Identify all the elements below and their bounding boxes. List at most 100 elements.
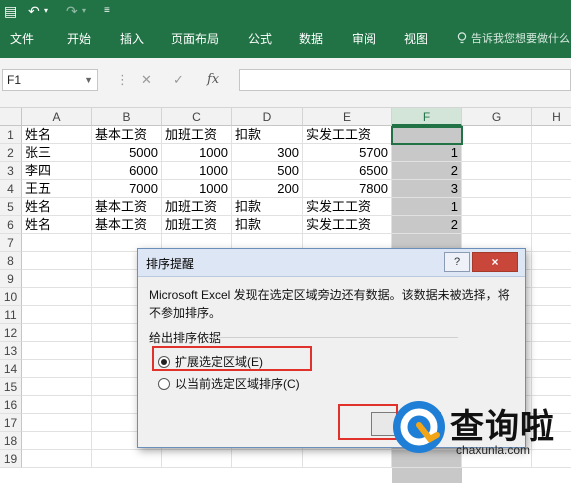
- cell-empty[interactable]: [22, 342, 92, 360]
- cell-f2[interactable]: 1: [392, 144, 462, 162]
- cell-empty[interactable]: [532, 126, 571, 144]
- cell-empty[interactable]: [532, 378, 571, 396]
- close-button[interactable]: ×: [472, 252, 518, 272]
- cell-c3[interactable]: 1000: [162, 162, 232, 180]
- save-icon[interactable]: ▤: [4, 2, 17, 20]
- column-header-g[interactable]: G: [462, 108, 532, 126]
- cell-empty[interactable]: [22, 396, 92, 414]
- cell-a4[interactable]: 王五: [22, 180, 92, 198]
- cell-a1[interactable]: 姓名: [22, 126, 92, 144]
- cell-empty[interactable]: [22, 306, 92, 324]
- cell-f4[interactable]: 3: [392, 180, 462, 198]
- cell-empty[interactable]: [532, 288, 571, 306]
- row-header-12[interactable]: 12: [0, 324, 22, 342]
- cell-e5[interactable]: 实发工工资: [303, 198, 392, 216]
- formula-input[interactable]: [239, 69, 571, 91]
- cell-b2[interactable]: 5000: [92, 144, 162, 162]
- cell-empty[interactable]: [22, 378, 92, 396]
- tab-formulas[interactable]: 公式: [248, 31, 272, 47]
- cell-empty[interactable]: [22, 324, 92, 342]
- cell-f6[interactable]: 2: [392, 216, 462, 234]
- cell-b3[interactable]: 6000: [92, 162, 162, 180]
- cell-empty[interactable]: [22, 234, 92, 252]
- cell-empty[interactable]: [22, 432, 92, 450]
- cell-e6[interactable]: 实发工工资: [303, 216, 392, 234]
- cell-empty[interactable]: [532, 144, 571, 162]
- option-current-selection[interactable]: 以当前选定区域排序(C): [158, 376, 300, 392]
- cell-f3[interactable]: 2: [392, 162, 462, 180]
- column-header-f[interactable]: F: [392, 108, 462, 126]
- row-header-18[interactable]: 18: [0, 432, 22, 450]
- cell-empty[interactable]: [462, 216, 532, 234]
- tab-page-layout[interactable]: 页面布局: [171, 31, 219, 47]
- column-header-c[interactable]: C: [162, 108, 232, 126]
- row-header-3[interactable]: 3: [0, 162, 22, 180]
- cell-empty[interactable]: [232, 450, 303, 468]
- row-header-11[interactable]: 11: [0, 306, 22, 324]
- row-header-17[interactable]: 17: [0, 414, 22, 432]
- column-header-d[interactable]: D: [232, 108, 303, 126]
- row-header-4[interactable]: 4: [0, 180, 22, 198]
- cell-empty[interactable]: [22, 414, 92, 432]
- help-button[interactable]: ?: [444, 252, 470, 272]
- undo-dropdown-icon[interactable]: ▾: [44, 2, 48, 20]
- column-header-b[interactable]: B: [92, 108, 162, 126]
- cell-b6[interactable]: 基本工资: [92, 216, 162, 234]
- cell-empty[interactable]: [22, 450, 92, 468]
- tab-file[interactable]: 文件: [10, 31, 34, 47]
- column-header-h[interactable]: H: [532, 108, 571, 126]
- cell-b4[interactable]: 7000: [92, 180, 162, 198]
- cell-e2[interactable]: 5700: [303, 144, 392, 162]
- cell-d1[interactable]: 扣款: [232, 126, 303, 144]
- cell-c4[interactable]: 1000: [162, 180, 232, 198]
- cell-d2[interactable]: 300: [232, 144, 303, 162]
- row-header-14[interactable]: 14: [0, 360, 22, 378]
- cell-a6[interactable]: 姓名: [22, 216, 92, 234]
- name-box-dropdown-icon[interactable]: ▼: [84, 70, 93, 90]
- cell-empty[interactable]: [532, 252, 571, 270]
- cell-empty[interactable]: [303, 450, 392, 468]
- cell-empty[interactable]: [462, 126, 532, 144]
- column-header-e[interactable]: E: [303, 108, 392, 126]
- row-header-5[interactable]: 5: [0, 198, 22, 216]
- cell-e3[interactable]: 6500: [303, 162, 392, 180]
- tab-insert[interactable]: 插入: [120, 31, 144, 47]
- cell-a5[interactable]: 姓名: [22, 198, 92, 216]
- cell-empty[interactable]: [532, 198, 571, 216]
- cell-empty[interactable]: [92, 450, 162, 468]
- customize-toolbar-icon[interactable]: ≡: [104, 2, 110, 20]
- cell-d5[interactable]: 扣款: [232, 198, 303, 216]
- select-all-corner[interactable]: [0, 108, 22, 126]
- cell-empty[interactable]: [532, 342, 571, 360]
- cell-b5[interactable]: 基本工资: [92, 198, 162, 216]
- tab-view[interactable]: 视图: [404, 31, 428, 47]
- cell-empty[interactable]: [532, 162, 571, 180]
- row-header-19[interactable]: 19: [0, 450, 22, 468]
- row-header-15[interactable]: 15: [0, 378, 22, 396]
- cell-empty[interactable]: [462, 180, 532, 198]
- cell-b1[interactable]: 基本工资: [92, 126, 162, 144]
- cell-empty[interactable]: [532, 180, 571, 198]
- cell-e1[interactable]: 实发工工资: [303, 126, 392, 144]
- tab-home[interactable]: 开始: [67, 31, 91, 47]
- cell-empty[interactable]: [532, 216, 571, 234]
- row-header-13[interactable]: 13: [0, 342, 22, 360]
- row-header-2[interactable]: 2: [0, 144, 22, 162]
- column-header-a[interactable]: A: [22, 108, 92, 126]
- row-header-1[interactable]: 1: [0, 126, 22, 144]
- cancel-icon[interactable]: ✕: [141, 70, 152, 90]
- cell-c2[interactable]: 1000: [162, 144, 232, 162]
- cell-empty[interactable]: [22, 270, 92, 288]
- cell-empty[interactable]: [22, 252, 92, 270]
- row-header-6[interactable]: 6: [0, 216, 22, 234]
- cell-d4[interactable]: 200: [232, 180, 303, 198]
- cell-a3[interactable]: 李四: [22, 162, 92, 180]
- cell-empty[interactable]: [532, 360, 571, 378]
- cell-f5[interactable]: 1: [392, 198, 462, 216]
- cell-c6[interactable]: 加班工资: [162, 216, 232, 234]
- cell-e4[interactable]: 7800: [303, 180, 392, 198]
- row-header-8[interactable]: 8: [0, 252, 22, 270]
- redo-icon[interactable]: ↷: [66, 2, 78, 20]
- cell-empty[interactable]: [532, 324, 571, 342]
- row-header-7[interactable]: 7: [0, 234, 22, 252]
